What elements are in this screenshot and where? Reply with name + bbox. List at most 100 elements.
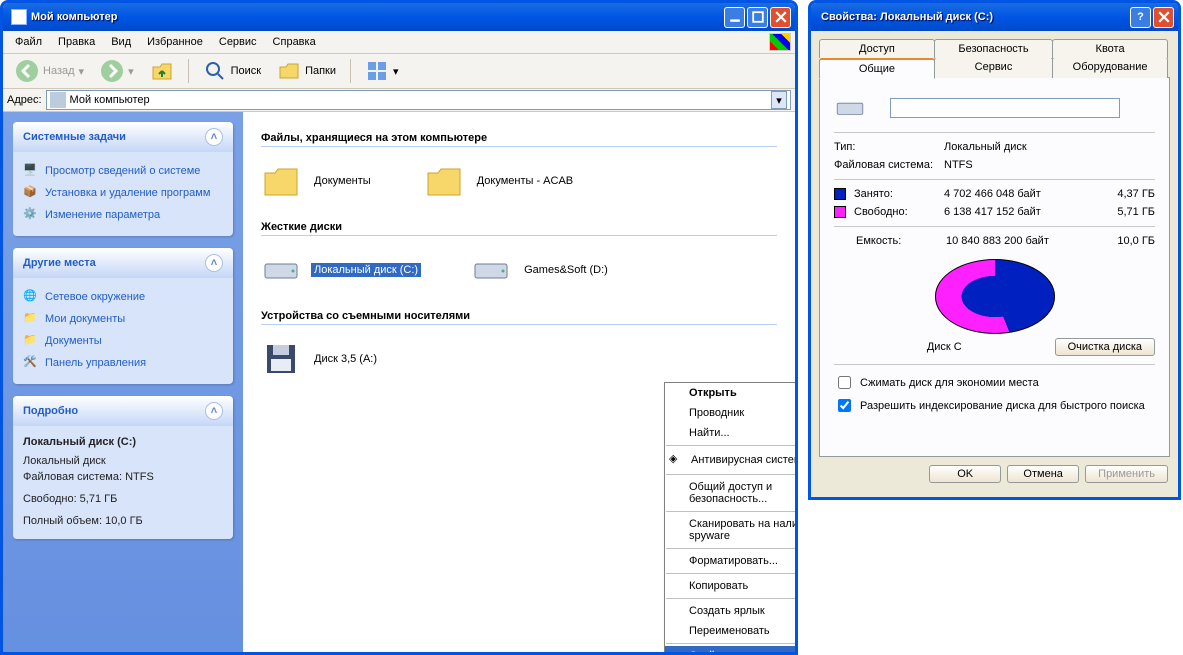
forward-icon — [100, 59, 124, 83]
ok-button[interactable]: OK — [929, 465, 1001, 483]
context-menu-item[interactable]: Общий доступ и безопасность... — [665, 477, 795, 509]
context-menu-item[interactable]: Сканировать на наличие spyware — [665, 514, 795, 546]
divider — [834, 179, 1155, 180]
details-fs: Файловая система: NTFS — [23, 469, 223, 485]
documents-link[interactable]: 📁Документы — [23, 330, 223, 352]
menu-item-label: Копировать — [689, 580, 748, 592]
system-tasks-group: Системные задачи˄ 🖥️ Просмотр сведений о … — [13, 122, 233, 236]
group-header[interactable]: Подробно˄ — [13, 396, 233, 426]
link-label: Изменение параметра — [45, 209, 160, 221]
item-label: Games&Soft (D:) — [521, 263, 611, 277]
network-icon: 🌐 — [23, 289, 39, 305]
used-swatch — [834, 188, 846, 200]
close-button[interactable] — [770, 7, 791, 28]
item-label: Локальный диск (C:) — [311, 263, 421, 277]
group-header[interactable]: Другие места˄ — [13, 248, 233, 278]
up-button[interactable] — [144, 56, 180, 86]
change-setting-link[interactable]: ⚙️Изменение параметра — [23, 204, 223, 226]
context-menu-item[interactable]: Открыть — [665, 383, 795, 403]
context-menu-item[interactable]: Переименовать — [665, 621, 795, 641]
info-icon: 🖥️ — [23, 163, 39, 179]
context-menu: Открыть Проводник Найти... ◈Антивирусная си… — [664, 382, 795, 652]
index-checkbox-input[interactable] — [838, 399, 851, 412]
link-label: Просмотр сведений о системе — [45, 165, 200, 177]
tab-quota[interactable]: Квота — [1052, 39, 1168, 58]
tabs-row-2: Общие Сервис Оборудование — [819, 57, 1170, 78]
chevron-down-icon: ▾ — [128, 65, 134, 78]
menu-file[interactable]: Файл — [7, 34, 50, 50]
forward-button[interactable]: ▾ — [94, 56, 140, 86]
tab-access[interactable]: Доступ — [819, 39, 935, 58]
other-places-group: Другие места˄ 🌐Сетевое окружение 📁Мои до… — [13, 248, 233, 384]
context-menu-item[interactable]: Копировать — [665, 576, 795, 596]
index-checkbox[interactable]: Разрешить индексирование диска для быстр… — [834, 396, 1155, 415]
cancel-button[interactable]: Отмена — [1007, 465, 1079, 483]
drive-label-input[interactable] — [890, 98, 1120, 118]
title-bar[interactable]: Мой компьютер — [3, 3, 795, 31]
folders-button[interactable]: Папки — [271, 56, 342, 86]
menu-tools[interactable]: Сервис — [211, 34, 265, 50]
compress-checkbox[interactable]: Сжимать диск для экономии места — [834, 373, 1155, 392]
item-label: Диск 3,5 (A:) — [311, 352, 380, 366]
menu-help[interactable]: Справка — [265, 34, 324, 50]
network-places-link[interactable]: 🌐Сетевое окружение — [23, 286, 223, 308]
context-menu-item[interactable]: Найти... — [665, 423, 795, 443]
context-menu-item[interactable]: Форматировать... — [665, 551, 795, 571]
context-menu-item[interactable]: ◈Антивирусная система NOD32 — [665, 448, 795, 472]
separator — [350, 59, 351, 83]
tab-hardware[interactable]: Оборудование — [1052, 57, 1168, 78]
type-key: Тип: — [834, 141, 944, 153]
tab-content-general: Тип:Локальный диск Файловая система:NTFS… — [819, 77, 1170, 457]
close-button[interactable] — [1153, 7, 1174, 28]
chevron-down-icon: ▾ — [393, 65, 399, 78]
my-documents-link[interactable]: 📁Мои документы — [23, 308, 223, 330]
help-button[interactable]: ? — [1130, 7, 1151, 28]
tab-general[interactable]: Общие — [819, 58, 935, 79]
views-icon — [365, 59, 389, 83]
drive-item-d[interactable]: Games&Soft (D:) — [471, 250, 611, 290]
context-menu-item[interactable]: Свойства — [665, 646, 795, 652]
views-button[interactable]: ▾ — [359, 56, 405, 86]
chevron-up-icon: ˄ — [205, 402, 223, 420]
tab-security[interactable]: Безопасность — [934, 39, 1053, 58]
system-info-link[interactable]: 🖥️ Просмотр сведений о системе — [23, 160, 223, 182]
menu-edit[interactable]: Правка — [50, 34, 103, 50]
folder-item[interactable]: Документы — [261, 161, 374, 201]
dialog-title-bar[interactable]: Свойства: Локальный диск (C:) ? — [811, 3, 1178, 31]
menu-fav[interactable]: Избранное — [139, 34, 211, 50]
minimize-button[interactable] — [724, 7, 745, 28]
maximize-button[interactable] — [747, 7, 768, 28]
compress-checkbox-input[interactable] — [838, 376, 851, 389]
menu-item-label: Переименовать — [689, 625, 770, 637]
context-menu-item[interactable]: Проводник — [665, 403, 795, 423]
controlpanel-icon: 🛠️ — [23, 355, 39, 371]
address-combo[interactable]: Мой компьютер ▾ — [46, 90, 791, 110]
divider — [834, 132, 1155, 133]
add-remove-link[interactable]: 📦Установка и удаление программ — [23, 182, 223, 204]
disk-cleanup-button[interactable]: Очистка диска — [1055, 338, 1155, 356]
cap-key: Емкость: — [856, 235, 946, 247]
menu-item-label: Открыть — [689, 387, 737, 399]
context-menu-item[interactable]: Создать ярлык — [665, 601, 795, 621]
fs-value: NTFS — [944, 159, 1155, 171]
control-panel-link[interactable]: 🛠️Панель управления — [23, 352, 223, 374]
folders-label: Папки — [305, 65, 336, 77]
search-button[interactable]: Поиск — [197, 56, 267, 86]
chevron-down-icon[interactable]: ▾ — [771, 91, 787, 109]
drive-item-c[interactable]: Локальный диск (C:) — [261, 250, 421, 290]
menu-item-label: Найти... — [689, 427, 730, 439]
folder-item[interactable]: Документы - ACAB — [424, 161, 576, 201]
pie-label: Диск C — [834, 341, 1055, 353]
listing-view[interactable]: Файлы, хранящиеся на этом компьютере Док… — [243, 112, 795, 652]
floppy-item[interactable]: Диск 3,5 (A:) — [261, 339, 380, 379]
back-button[interactable]: Назад ▾ — [9, 56, 90, 86]
dialog-title: Свойства: Локальный диск (C:) — [815, 11, 1130, 23]
menu-item-label: Форматировать... — [689, 555, 778, 567]
section-files-header: Файлы, хранящиеся на этом компьютере — [261, 132, 777, 147]
menu-view[interactable]: Вид — [103, 34, 139, 50]
tab-service[interactable]: Сервис — [934, 57, 1053, 78]
apply-button[interactable]: Применить — [1085, 465, 1168, 483]
group-header[interactable]: Системные задачи˄ — [13, 122, 233, 152]
menu-item-label: Создать ярлык — [689, 605, 765, 617]
details-drive-type: Локальный диск — [23, 453, 223, 469]
